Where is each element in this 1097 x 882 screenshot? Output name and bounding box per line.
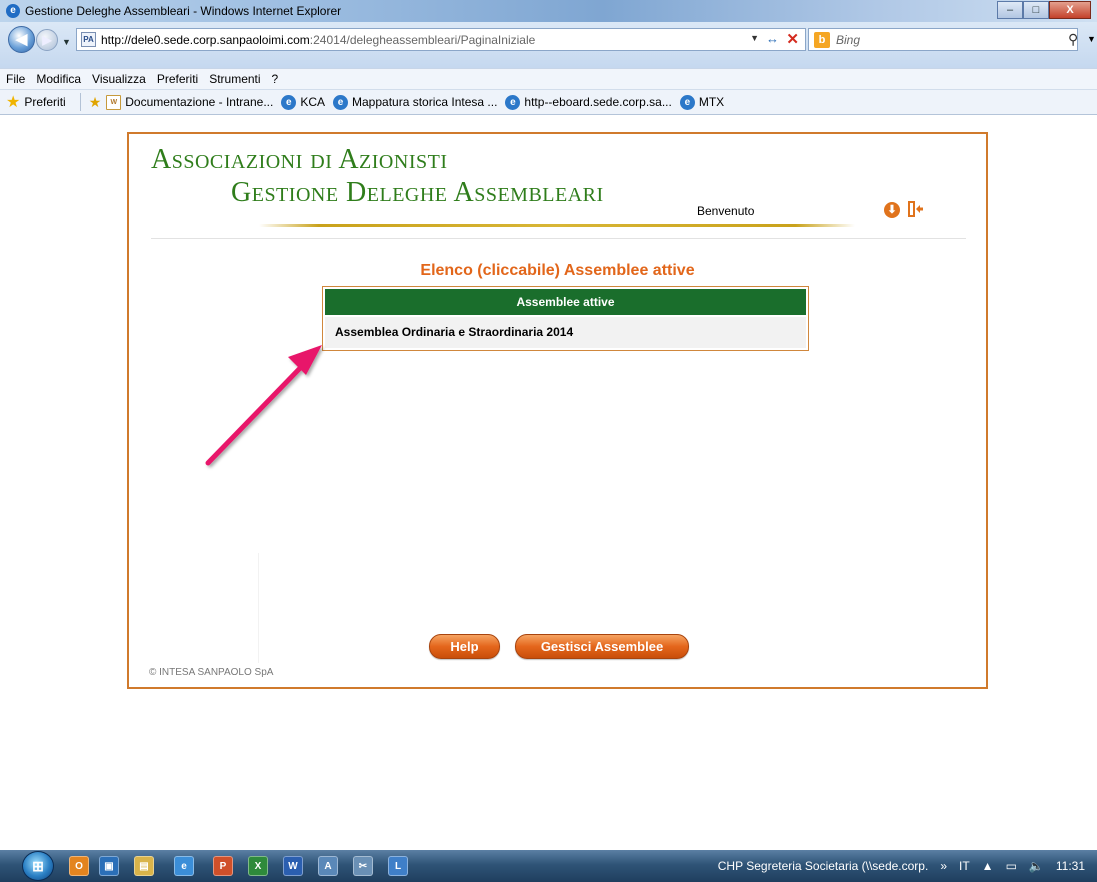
help-button[interactable]: Help — [429, 634, 500, 659]
ie-icon: e — [679, 94, 695, 110]
clock[interactable]: 11:31 — [1056, 859, 1085, 873]
url-path: :24014/delegheassembleari/PaginaIniziale — [309, 32, 536, 47]
maximize-button[interactable]: □ — [1023, 1, 1049, 19]
brand-title-line1: Associazioni di Azionisti — [151, 144, 448, 175]
windows-logo-icon: ⊞ — [32, 858, 44, 874]
menu-file[interactable]: File — [6, 72, 25, 86]
favorite-item-kca[interactable]: e KCA — [281, 94, 326, 110]
page-icon: W — [106, 94, 122, 110]
ie-icon: e — [281, 94, 297, 110]
address-dropdown-icon[interactable]: ▼ — [750, 33, 759, 43]
lync-icon[interactable]: L — [388, 856, 408, 876]
download-icon[interactable]: ⬇ — [884, 202, 900, 218]
address-field[interactable]: PA http://dele0.sede.corp.sanpaoloimi.co… — [76, 28, 806, 51]
search-placeholder: Bing — [836, 32, 861, 47]
assemblies-list-title: Elenco (cliccabile) Assemblee attive — [420, 262, 695, 279]
welcome-text: Benvenuto — [697, 204, 755, 218]
faint-divider — [258, 553, 259, 663]
favorite-label: KCA — [300, 95, 326, 109]
search-box[interactable]: b Bing — [808, 28, 1078, 51]
snipping-tool-icon[interactable]: ✂ — [353, 856, 373, 876]
menu-strumenti[interactable]: Strumenti — [209, 72, 260, 86]
word-icon[interactable]: W — [283, 856, 303, 876]
logout-icon[interactable] — [907, 200, 923, 218]
close-button[interactable]: X — [1049, 1, 1091, 19]
bing-logo-icon: b — [814, 31, 830, 48]
stop-icon[interactable]: ✕ — [786, 30, 799, 48]
manage-assemblies-button[interactable]: Gestisci Assemblee — [515, 634, 689, 659]
site-favicon-icon: PA — [81, 32, 96, 47]
excel-icon[interactable]: X — [248, 856, 268, 876]
back-button[interactable]: ◀ — [8, 26, 35, 53]
assemblies-table: Assemblee attive Assemblea Ordinaria e S… — [322, 286, 809, 351]
favorites-star-icon[interactable]: ★ — [6, 92, 20, 112]
assemblies-table-header: Assemblee attive — [325, 289, 806, 315]
menu-help[interactable]: ? — [272, 72, 279, 86]
outlook-icon[interactable]: O — [69, 856, 89, 876]
favorites-button[interactable]: Preferiti — [24, 95, 65, 109]
favorite-label: Mappatura storica Intesa ... — [352, 95, 498, 109]
favorite-item-documentazione[interactable]: W Documentazione - Intrane... — [106, 94, 274, 110]
favorite-label: http--eboard.sede.corp.sa... — [524, 95, 672, 109]
ie-logo-icon: e — [6, 4, 20, 18]
forward-button[interactable]: ▶ — [36, 29, 58, 51]
start-button[interactable]: ⊞ — [22, 851, 54, 881]
menu-preferiti[interactable]: Preferiti — [157, 72, 198, 86]
navigation-bar: ◀ ▶ ▼ PA http://dele0.sede.corp.sanpaolo… — [0, 22, 1097, 68]
favorite-label: MTX — [698, 95, 725, 109]
language-indicator[interactable]: IT — [959, 859, 970, 873]
url-host: http://dele0.sede.corp.sanpaoloimi.com — [101, 32, 310, 47]
favorites-bar: ★ Preferiti ★ W Documentazione - Intrane… — [0, 89, 1097, 115]
menu-visualizza[interactable]: Visualizza — [92, 72, 146, 86]
page-viewport: Associazioni di Azionisti Gestione Deleg… — [0, 115, 1097, 850]
copyright-text: © INTESA SANPAOLO SpA — [149, 667, 274, 678]
header-divider — [151, 238, 966, 239]
ie-icon: e — [505, 94, 521, 110]
favorite-item-mtx[interactable]: e MTX — [679, 94, 725, 110]
search-options-dropdown-icon[interactable]: ▼ — [1087, 34, 1096, 44]
tray-arrow-icon[interactable]: ▲ — [982, 859, 994, 873]
brand-title-line2: Gestione Deleghe Assembleari — [231, 177, 604, 208]
windows-taskbar: ⊞ O ▣ ▤ e P X W A ✂ L CHP Segreteria Soc… — [0, 850, 1097, 882]
favorites-separator — [79, 93, 81, 111]
minimize-button[interactable]: – — [997, 1, 1023, 19]
annotation-arrow-icon — [205, 345, 322, 466]
ie-icon: e — [333, 94, 349, 110]
favorite-item-mappatura[interactable]: e Mappatura storica Intesa ... — [333, 94, 498, 110]
explorer-folder-icon[interactable]: ▤ — [134, 856, 154, 876]
menu-bar: File Modifica Visualizza Preferiti Strum… — [0, 68, 1097, 89]
assembly-row[interactable]: Assemblea Ordinaria e Straordinaria 2014 — [325, 317, 806, 348]
menu-modifica[interactable]: Modifica — [36, 72, 81, 86]
window-title: Gestione Deleghe Assembleari - Windows I… — [25, 4, 342, 18]
volume-icon[interactable]: 🔈 — [1029, 859, 1044, 873]
search-icon[interactable]: ⚲ — [1068, 31, 1078, 48]
header-underline — [259, 224, 855, 227]
refresh-icon[interactable]: ↔ — [766, 31, 779, 46]
network-icon[interactable]: ▭ — [1006, 859, 1017, 873]
system-tray: CHP Segreteria Societaria (\\sede.corp. … — [718, 850, 1097, 882]
window-titlebar: e Gestione Deleghe Assembleari - Windows… — [0, 0, 1097, 22]
add-favorite-icon[interactable]: ★ — [89, 94, 102, 111]
powerpoint-icon[interactable]: P — [213, 856, 233, 876]
favorite-item-eboard[interactable]: e http--eboard.sede.corp.sa... — [505, 94, 672, 110]
ie-taskbar-icon[interactable]: e — [174, 856, 194, 876]
tray-task-label[interactable]: CHP Segreteria Societaria (\\sede.corp. — [718, 859, 929, 873]
favorite-label: Documentazione - Intrane... — [125, 95, 274, 109]
tray-expand-icon[interactable]: » — [940, 859, 947, 873]
contacts-icon[interactable]: A — [318, 856, 338, 876]
media-icon[interactable]: ▣ — [99, 856, 119, 876]
history-dropdown-icon[interactable]: ▼ — [62, 37, 71, 47]
window-controls: – □ X — [997, 1, 1091, 19]
